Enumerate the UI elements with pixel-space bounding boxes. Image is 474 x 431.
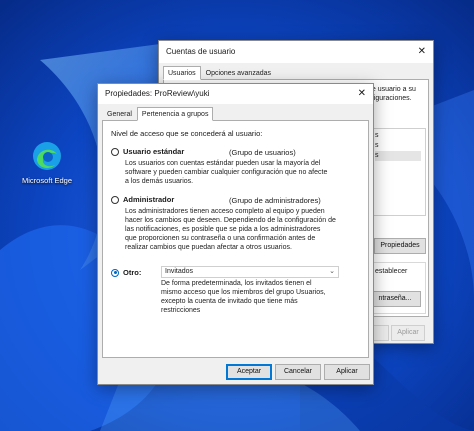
radio-standard-user[interactable]: Usuario estándar: [111, 147, 184, 156]
group-select[interactable]: Invitados ⌄: [161, 266, 339, 278]
bg-window-titlebar: Cuentas de usuario ✕: [159, 41, 433, 63]
properties-button[interactable]: Propiedades: [374, 238, 426, 254]
option-description: Los usuarios con cuentas estándar pueden…: [125, 159, 351, 186]
dialog-titlebar: Propiedades: ProReview\yuki ✕: [98, 84, 373, 104]
desc-line: Los usuarios con cuentas estándar pueden…: [125, 160, 321, 167]
close-icon[interactable]: ✕: [418, 41, 426, 63]
radio-label: Administrador: [123, 195, 175, 204]
desc-line: software y pueden cambiar cualquier conf…: [125, 169, 328, 176]
desc-line: mismo acceso que los miembros del grupo …: [161, 289, 326, 296]
cancel-button[interactable]: Cancelar: [275, 364, 321, 380]
bg-window-text: de usuario a su nfiguraciones.: [368, 85, 416, 103]
radio-button[interactable]: [111, 195, 119, 204]
list-item[interactable]: s: [375, 151, 421, 161]
desktop-icon-label: Microsoft Edge: [21, 176, 73, 185]
bg-text-line-1: de usuario a su: [368, 86, 416, 93]
list-item[interactable]: s: [375, 141, 421, 151]
tab-group-membership[interactable]: Pertenencia a grupos: [136, 107, 214, 121]
bg-text-line-2: nfiguraciones.: [368, 95, 412, 102]
bg-apply-button[interactable]: Aplicar: [391, 325, 425, 341]
reset-password-button[interactable]: ntraseña...: [369, 291, 421, 307]
bg-window-title: Cuentas de usuario: [166, 47, 236, 56]
desc-line: las notificaciones, es posible que se pi…: [125, 226, 321, 233]
list-item[interactable]: s: [375, 131, 421, 141]
bg-window-tabs: Usuarios Opciones avanzadas: [159, 66, 433, 80]
dialog-title: Propiedades: ProReview\yuki: [105, 89, 210, 98]
group-membership-panel: Nivel de acceso que se concederá al usua…: [102, 120, 369, 358]
radio-label: Usuario estándar: [123, 147, 185, 156]
tab-advanced-options[interactable]: Opciones avanzadas: [201, 66, 276, 80]
desc-line: excepto la cuenta de invitado que tiene …: [161, 298, 298, 305]
desc-line: De forma predeterminada, los invitados t…: [161, 280, 312, 287]
radio-button[interactable]: [111, 147, 119, 156]
desc-line: que proporcionen su contraseña o una con…: [125, 235, 316, 242]
option-description: De forma predeterminada, los invitados t…: [161, 279, 351, 315]
option-description: Los administradores tienen acceso comple…: [125, 207, 351, 252]
apply-button[interactable]: Aplicar: [324, 364, 370, 380]
tab-users[interactable]: Usuarios: [163, 66, 201, 80]
group-note: (Grupo de usuarios): [229, 148, 296, 157]
radio-label: Otro:: [123, 268, 142, 277]
edge-icon: [33, 142, 61, 170]
select-value: Invitados: [165, 268, 194, 275]
properties-dialog: Propiedades: ProReview\yuki ✕ General Pe…: [97, 83, 374, 385]
group-note: (Grupo de administradores): [229, 196, 321, 205]
radio-button[interactable]: [111, 268, 119, 277]
desc-line: hacer los cambios que deseen. Dependiend…: [125, 217, 336, 224]
desc-line: a los demás usuarios.: [125, 178, 194, 185]
dialog-tabs: General Pertenencia a grupos: [98, 107, 373, 121]
access-level-prompt: Nivel de acceso que se concederá al usua…: [111, 129, 263, 138]
tab-general[interactable]: General: [102, 107, 137, 121]
radio-administrator[interactable]: Administrador: [111, 195, 174, 204]
desc-line: Los administradores tienen acceso comple…: [125, 208, 325, 215]
chevron-down-icon: ⌄: [329, 268, 335, 275]
desc-line: restricciones: [161, 307, 201, 314]
desktop-icon-edge[interactable]: Microsoft Edge: [14, 140, 80, 185]
accept-button[interactable]: Aceptar: [226, 364, 272, 380]
reset-text: establecer: [375, 268, 408, 275]
desc-line: realizar cambios que puedan afectar a ot…: [125, 244, 292, 251]
close-icon[interactable]: ✕: [358, 84, 366, 104]
radio-other[interactable]: Otro:: [111, 268, 141, 277]
